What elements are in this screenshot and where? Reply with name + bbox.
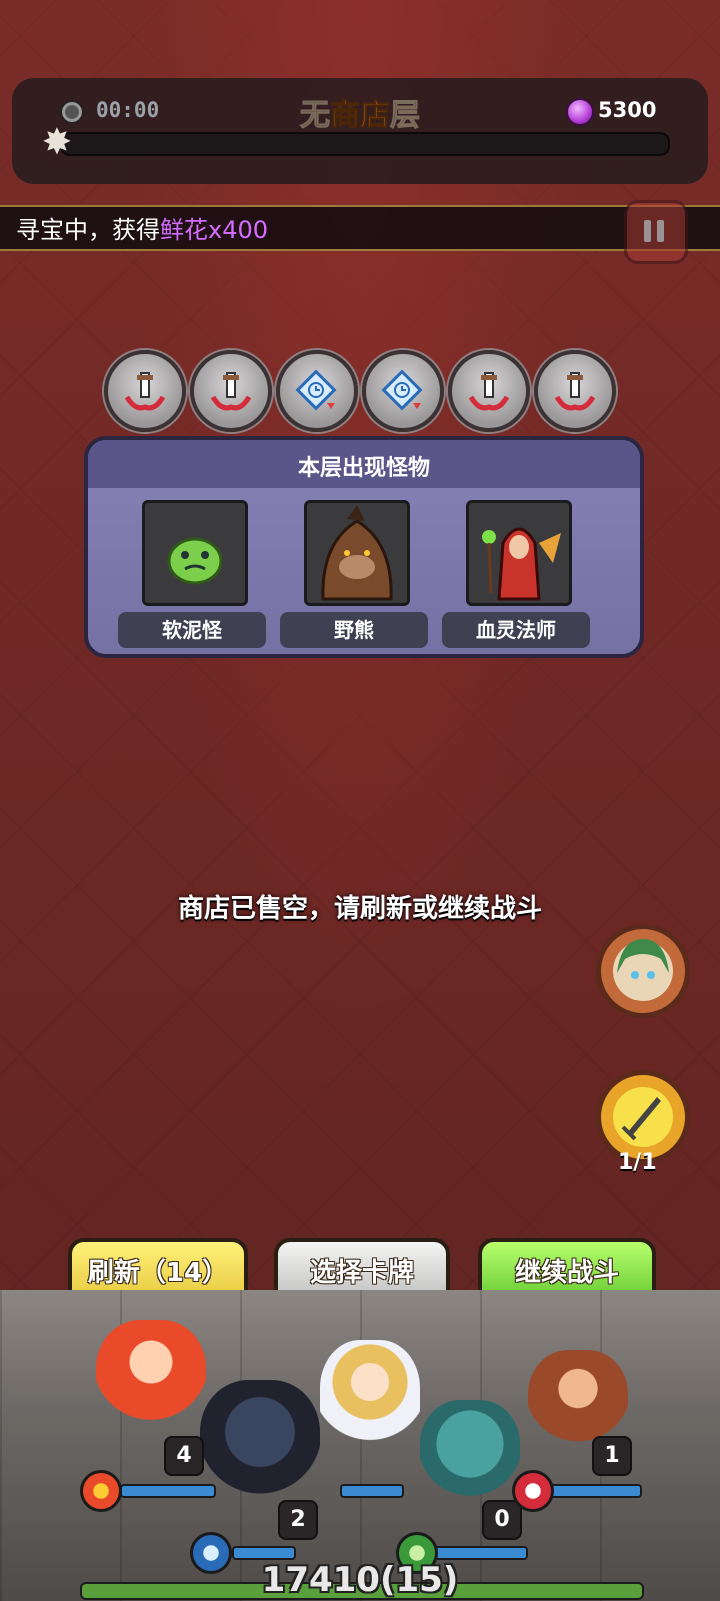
bear-icon xyxy=(304,500,410,606)
monster-name: 软泥怪 xyxy=(118,612,266,648)
slime-icon xyxy=(142,500,248,606)
sword-horns-relic-icon[interactable] xyxy=(190,350,272,432)
hero-dark-knight[interactable] xyxy=(200,1380,320,1510)
war-trait-icon[interactable] xyxy=(512,1470,554,1512)
floor-title-main: 商店 xyxy=(330,98,391,134)
hero-owl-druid[interactable] xyxy=(420,1400,520,1510)
hero-fire-mage[interactable] xyxy=(96,1320,206,1440)
ticker-message: 寻宝中，获得鲜花x400 xyxy=(16,210,268,245)
skill-uses-count: 1/1 xyxy=(618,1150,657,1175)
clock-card-relic-icon[interactable] xyxy=(276,350,358,432)
monster-name: 血灵法师 xyxy=(442,612,590,648)
hero-hp-bar xyxy=(546,1484,642,1498)
hero-star-level: 0 xyxy=(482,1500,522,1540)
hero-portrait-badge[interactable] xyxy=(596,924,690,1018)
hero-priestess[interactable] xyxy=(320,1340,420,1460)
hero-hp-bar xyxy=(340,1484,404,1498)
clock-card-relic-icon[interactable] xyxy=(362,350,444,432)
hero-star-level: 4 xyxy=(164,1436,204,1476)
floor-progress-bar xyxy=(60,132,670,156)
pause-icon-bar-left xyxy=(644,220,651,242)
hero-hp-bar xyxy=(120,1484,216,1498)
sword-horns-relic-icon[interactable] xyxy=(448,350,530,432)
gem-icon xyxy=(566,98,594,126)
monster-name: 野熊 xyxy=(280,612,428,648)
hero-hp-bar xyxy=(434,1546,528,1560)
progress-star-icon: ✸ xyxy=(41,122,73,163)
hero-star-level: 1 xyxy=(592,1436,632,1476)
fire-trait-icon[interactable] xyxy=(80,1470,122,1512)
sword-horns-relic-icon[interactable] xyxy=(534,350,616,432)
hero-hp-bar xyxy=(232,1546,296,1560)
blood-mage-icon xyxy=(466,500,572,606)
floor-title-left: 无 xyxy=(300,98,331,134)
sword-horns-relic-icon[interactable] xyxy=(104,350,186,432)
floor-title-right: 层 xyxy=(390,98,421,134)
floor-monsters-panel: 本层出现怪物 软泥怪 野熊 血灵法师 xyxy=(84,436,644,658)
shop-sold-out-message: 商店已售空，请刷新或继续战斗 xyxy=(177,894,542,924)
pause-button[interactable] xyxy=(624,200,688,264)
hero-star-level: 2 xyxy=(278,1500,318,1540)
ticker-prefix: 寻宝中，获得 xyxy=(16,216,160,244)
pause-icon-bar-right xyxy=(657,220,664,242)
ticker-reward: 鲜花x400 xyxy=(160,216,269,244)
gem-count: 5300 xyxy=(598,98,657,122)
team-power-value: 17410(15) xyxy=(261,1560,459,1600)
monster-panel-title: 本层出现怪物 xyxy=(297,456,430,481)
